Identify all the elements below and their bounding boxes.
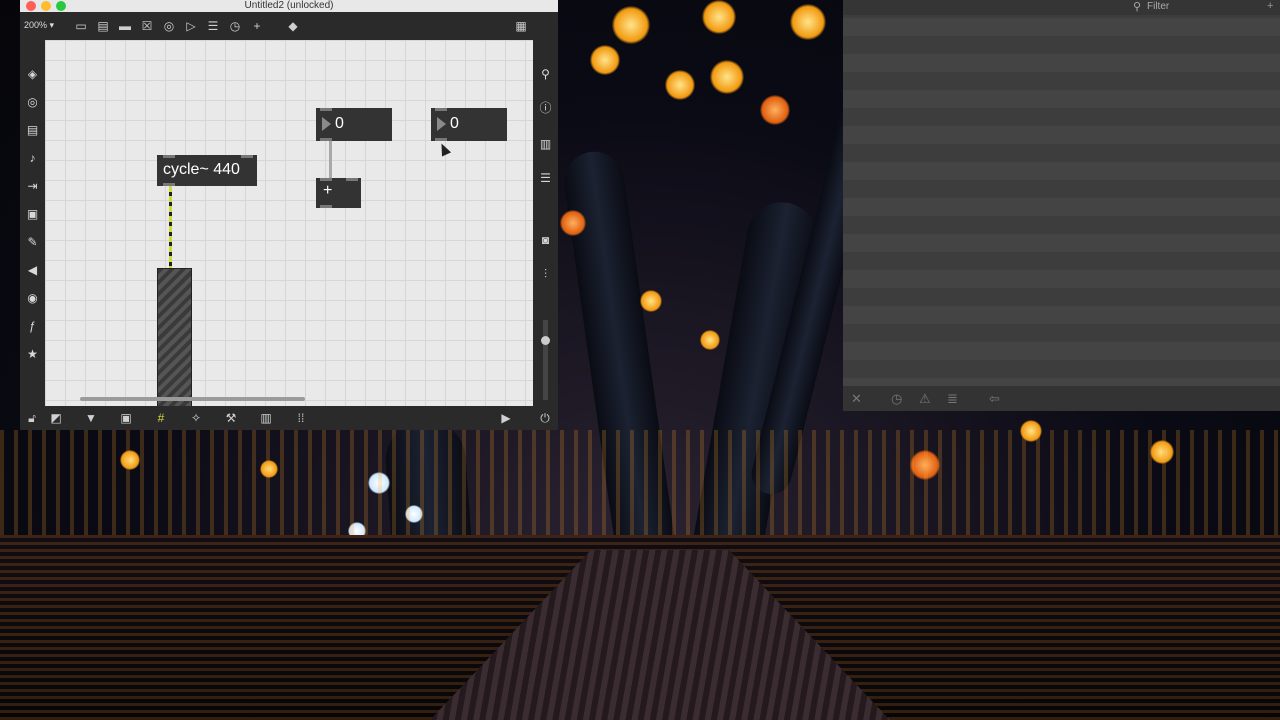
plus-object-label: + xyxy=(323,182,333,199)
mouse-cursor-icon xyxy=(436,141,452,157)
info-icon[interactable]: ⓘ xyxy=(537,100,554,117)
glow-orb xyxy=(590,45,620,75)
windows-icon[interactable]: ▣ xyxy=(118,410,134,426)
console-header: ⚲ Filter + xyxy=(843,0,1280,15)
glow-orb xyxy=(612,6,650,44)
clear-icon[interactable]: ✕ xyxy=(851,391,862,407)
search-icon[interactable]: ⚲ xyxy=(537,66,554,83)
power-icon[interactable]: ⏻ xyxy=(537,410,553,426)
back-icon[interactable]: ⇦ xyxy=(989,391,1000,407)
comment-bubble-icon[interactable]: ▼ xyxy=(83,410,99,426)
image-icon[interactable]: ▣ xyxy=(24,206,41,223)
button-object-icon[interactable]: ◎ xyxy=(161,18,177,34)
glow-orb xyxy=(665,70,695,100)
patcher-toolbar: 200% ▾ ▭ ▤ ▬ ☒ ◎ ▷ ☰ ◷ + ◆ ▦ xyxy=(20,12,558,40)
number-triangle-icon xyxy=(437,117,446,131)
volume-slider-thumb[interactable] xyxy=(541,336,550,345)
note-icon[interactable]: ♪ xyxy=(24,150,41,167)
glow-orb xyxy=(710,60,744,94)
camera-icon[interactable]: ◙ xyxy=(537,232,554,249)
close-window-button[interactable] xyxy=(26,1,36,11)
mixer-icon[interactable]: ⫶ xyxy=(537,266,554,283)
object-inlet[interactable] xyxy=(346,178,358,181)
glow-orb xyxy=(760,95,790,125)
right-sidebar: ⚲ ⓘ ▥ ☰ ◙ ⫶ xyxy=(533,40,558,406)
step-icon[interactable]: ⇥ xyxy=(24,178,41,195)
left-sidebar: ◈ ◎ ▤ ♪ ⇥ ▣ ✎ ◀ ◉ ƒ ★ xyxy=(20,40,45,406)
glow-orb xyxy=(700,330,720,350)
message-icon[interactable]: ▤ xyxy=(24,122,41,139)
toggle-icon[interactable]: ☒ xyxy=(139,18,155,34)
paint-bucket-icon[interactable]: ◆ xyxy=(285,18,301,34)
glow-orb xyxy=(560,210,586,236)
number-triangle-icon xyxy=(322,117,331,131)
search-icon: ⚲ xyxy=(1133,1,1142,13)
package-icon[interactable]: ◈ xyxy=(24,66,41,83)
object-inlet[interactable] xyxy=(320,108,332,111)
grid-icon[interactable]: # xyxy=(153,410,169,426)
grid-menu-icon[interactable]: ▦ xyxy=(513,18,529,34)
minimize-window-button[interactable] xyxy=(41,1,51,11)
number-box-2-value: 0 xyxy=(450,115,459,132)
presentation-icon[interactable]: ◩ xyxy=(48,410,64,426)
add-icon[interactable]: + xyxy=(1267,0,1273,12)
play-icon[interactable]: ▶ xyxy=(498,410,514,426)
columns-icon[interactable]: ▥ xyxy=(537,136,554,153)
number-box-icon[interactable]: ▷ xyxy=(183,18,199,34)
message-box-icon[interactable]: ▤ xyxy=(95,18,111,34)
horizontal-scrollbar[interactable] xyxy=(80,397,305,401)
cycle-object[interactable]: cycle~ 440 xyxy=(157,155,257,186)
glow-orb xyxy=(790,4,826,40)
console-message-list[interactable] xyxy=(843,15,1280,386)
warning-icon[interactable]: ⚠ xyxy=(919,391,931,407)
zoom-value: 200% xyxy=(24,20,48,30)
zoom-window-button[interactable] xyxy=(56,1,66,11)
object-inlet[interactable] xyxy=(241,155,253,158)
video-icon[interactable]: ◉ xyxy=(24,290,41,307)
object-inlet[interactable] xyxy=(320,178,332,181)
object-inlet[interactable] xyxy=(435,108,447,111)
max-console-window: ⚲ Filter + ✕ ◷ ⚠ ≣ ⇦ xyxy=(843,0,1280,411)
volume-slider[interactable] xyxy=(541,320,550,400)
window-titlebar[interactable]: Untitled2 (unlocked) xyxy=(20,0,558,12)
plug-icon[interactable]: ◀ xyxy=(24,262,41,279)
wrench-icon[interactable]: ⚒ xyxy=(223,410,239,426)
plus-object[interactable]: + xyxy=(316,178,361,208)
number-box-2[interactable]: 0 xyxy=(431,108,507,141)
patcher-window: Untitled2 (unlocked) 200% ▾ ▭ ▤ ▬ ☒ ◎ ▷ … xyxy=(20,0,558,430)
object-outlet[interactable] xyxy=(320,205,332,208)
columns-icon[interactable]: ▥ xyxy=(258,410,274,426)
meter-object[interactable] xyxy=(157,268,192,406)
fx-icon[interactable]: ƒ xyxy=(24,318,41,335)
dots-grid-icon[interactable]: ⁞⁞ xyxy=(293,410,309,426)
bottom-toolbar: 🔓︎ ◩ ▼ ▣ # ✧ ⚒ ▥ ⁞⁞ ▶ ⏻ xyxy=(20,406,558,430)
pencil-icon[interactable]: ✎ xyxy=(24,234,41,251)
number-box-1[interactable]: 0 xyxy=(316,108,392,141)
window-title: Untitled2 (unlocked) xyxy=(244,0,334,11)
glow-orb xyxy=(640,290,662,312)
star-icon[interactable]: ★ xyxy=(24,346,41,363)
patch-cord[interactable] xyxy=(329,141,332,179)
object-box-icon[interactable]: ▭ xyxy=(73,18,89,34)
patcher-canvas[interactable]: cycle~ 440 0 + 0 xyxy=(45,40,533,406)
stack-icon[interactable]: ≣ xyxy=(947,391,958,407)
add-object-icon[interactable]: + xyxy=(249,18,265,34)
console-footer: ✕ ◷ ⚠ ≣ ⇦ xyxy=(843,386,1280,411)
lock-icon[interactable]: 🔓︎ xyxy=(24,410,40,426)
debug-icon[interactable]: ✧ xyxy=(188,410,204,426)
number-box-1-value: 0 xyxy=(335,115,344,132)
cycle-object-label: cycle~ 440 xyxy=(163,161,240,178)
undergrowth-lights xyxy=(0,430,1280,540)
glow-orb xyxy=(702,0,736,34)
clock-icon[interactable]: ◷ xyxy=(891,391,902,407)
comment-icon[interactable]: ▬ xyxy=(117,18,133,34)
list-icon[interactable]: ☰ xyxy=(537,170,554,187)
target-icon[interactable]: ◎ xyxy=(24,94,41,111)
slider-icon[interactable]: ☰ xyxy=(205,18,221,34)
console-filter-input[interactable]: Filter xyxy=(1147,1,1169,12)
zoom-level-menu[interactable]: 200% ▾ xyxy=(24,20,54,31)
dial-icon[interactable]: ◷ xyxy=(227,18,243,34)
signal-patch-cord[interactable] xyxy=(169,186,172,270)
object-inlet[interactable] xyxy=(163,155,175,158)
